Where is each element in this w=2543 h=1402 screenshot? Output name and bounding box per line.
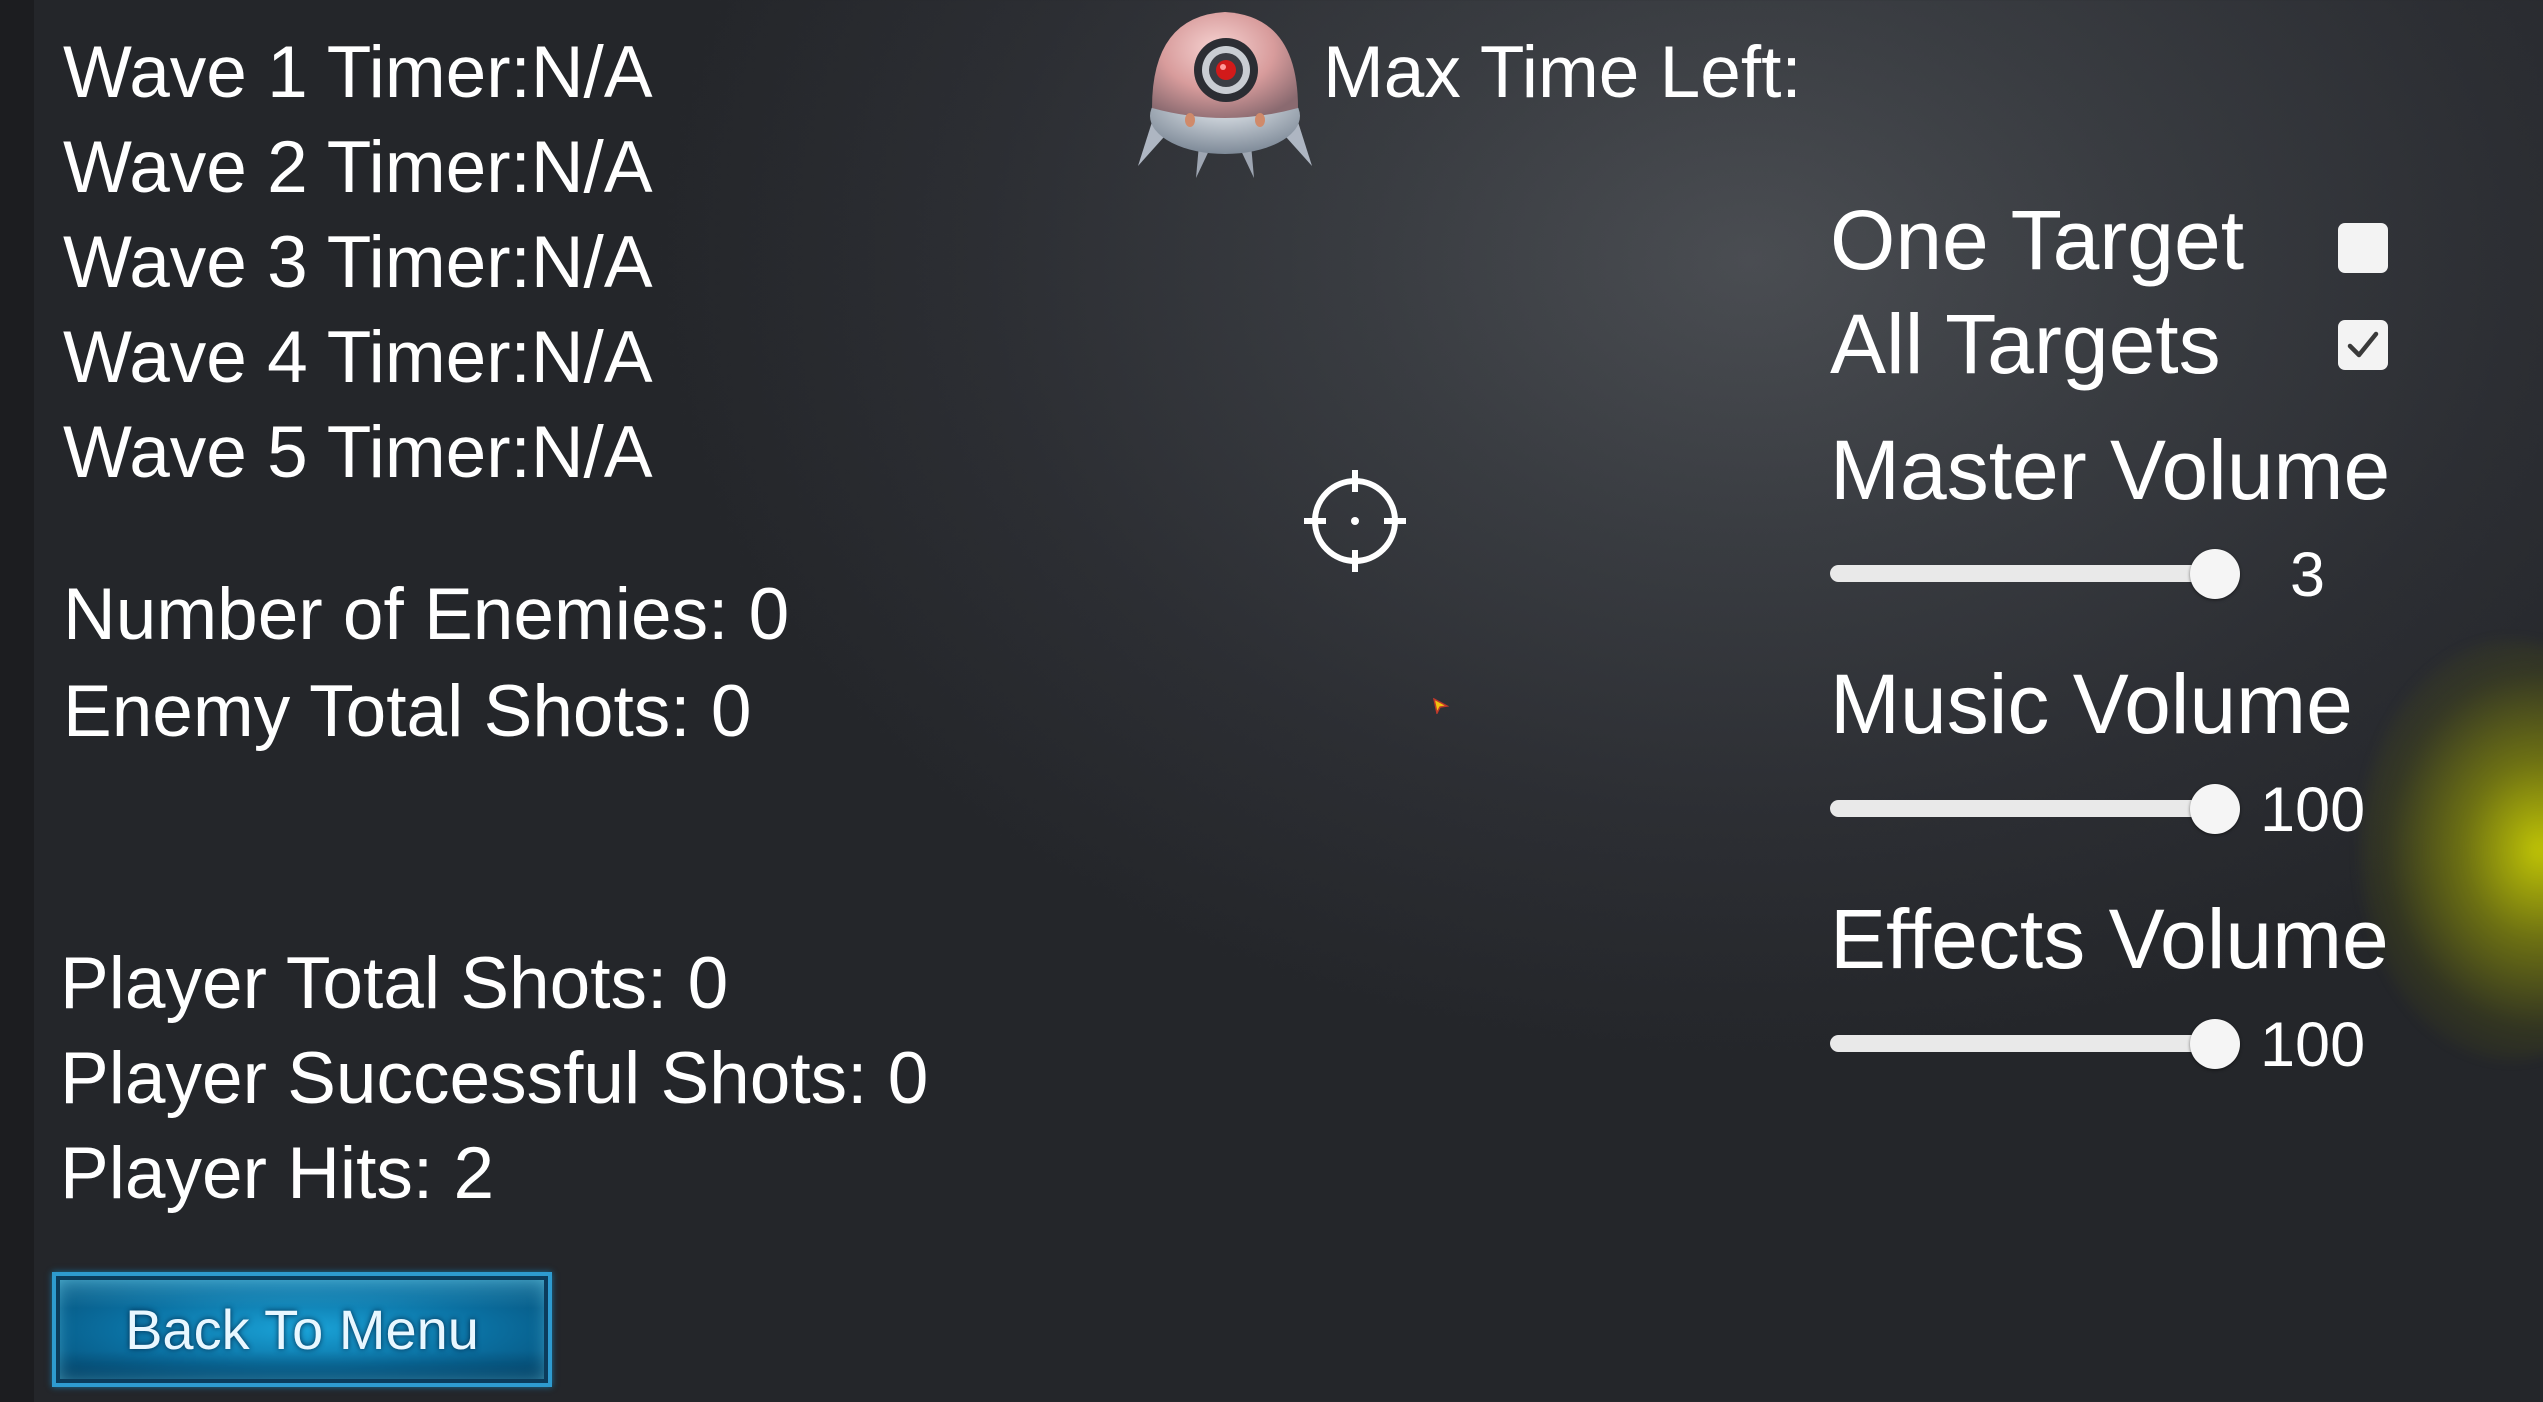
wave-1-timer: Wave 1 Timer:N/A [63,32,653,113]
effects-volume-label: Effects Volume [1830,892,2389,986]
master-volume-slider-handle[interactable] [2190,549,2240,599]
max-time-left: Max Time Left: [1323,32,1802,113]
back-to-menu-button[interactable]: Back To Menu [52,1272,552,1387]
crosshair-icon [1304,470,1406,572]
master-volume-slider-track[interactable] [1830,565,2215,582]
one-target-checkbox[interactable] [2338,223,2388,273]
one-target-label: One Target [1830,193,2245,287]
wave-5-timer: Wave 5 Timer:N/A [63,412,653,493]
player-hits: Player Hits: 2 [60,1133,495,1214]
wave-4-timer: Wave 4 Timer:N/A [63,317,653,398]
all-targets-checkbox[interactable] [2338,320,2388,370]
music-volume-label: Music Volume [1830,657,2353,751]
music-volume-slider-handle[interactable] [2190,784,2240,834]
master-volume-label: Master Volume [1830,423,2391,517]
effects-volume-value: 100 [2260,1010,2366,1080]
music-volume-value: 100 [2260,775,2366,845]
all-targets-label: All Targets [1830,297,2221,391]
effects-volume-slider-track[interactable] [1830,1035,2215,1052]
enemy-total-shots: Enemy Total Shots: 0 [63,671,752,752]
checkmark-icon [2347,331,2379,358]
yellow-glow-object [2360,640,2543,1060]
wave-3-timer: Wave 3 Timer:N/A [63,222,653,303]
player-successful-shots: Player Successful Shots: 0 [60,1038,929,1119]
effects-volume-slider-handle[interactable] [2190,1019,2240,1069]
left-edge-strip [0,0,34,1402]
master-volume-value: 3 [2290,540,2326,610]
mouse-cursor-icon [1433,698,1449,714]
wave-2-timer: Wave 2 Timer:N/A [63,127,653,208]
player-total-shots: Player Total Shots: 0 [60,943,729,1024]
enemy-drone-icon [1138,12,1312,178]
number-of-enemies: Number of Enemies: 0 [63,574,790,655]
back-to-menu-label: Back To Menu [125,1298,479,1361]
music-volume-slider-track[interactable] [1830,800,2215,817]
